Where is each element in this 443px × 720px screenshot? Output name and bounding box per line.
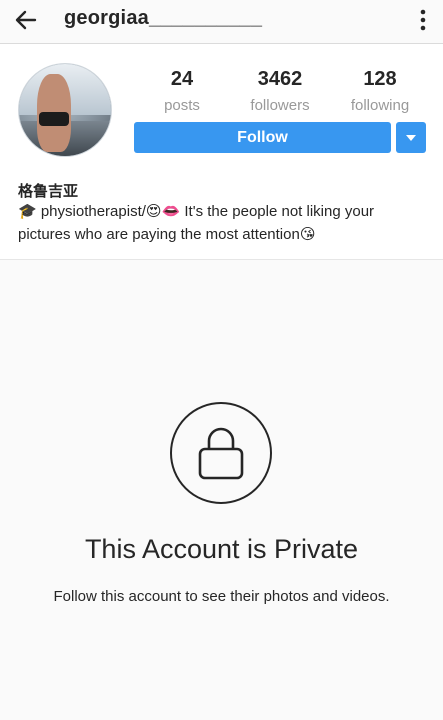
private-title: This Account is Private [84,534,359,564]
profile-bio: 🎓 physiotherapist/😍👄 It's the people not… [18,203,375,243]
vertical-dots-icon [420,9,426,31]
arrow-left-icon [15,10,37,30]
suggestions-dropdown-button[interactable] [396,122,426,153]
username-title: georgiaa__________ [64,7,263,29]
private-subtitle: Follow this account to see their photos … [53,588,390,605]
profile-name: 格鲁吉亚 [18,183,79,200]
stat-following-label: following [350,97,410,114]
back-button[interactable] [10,4,42,36]
stat-posts-count: 24 [170,68,194,90]
follow-button[interactable]: Follow [134,122,391,153]
caret-down-icon [406,134,416,141]
more-options-button[interactable] [411,6,435,34]
avatar[interactable] [18,63,112,157]
stat-following-count: 128 [363,68,397,90]
stat-followers-count: 3462 [257,68,303,90]
stat-followers-label: followers [250,97,310,114]
private-account-notice: This Account is Private Follow this acco… [0,260,443,720]
lock-icon [198,427,244,480]
stat-followers[interactable]: 3462 followers [234,68,326,114]
profile-stats: 24 posts 3462 followers 128 following [134,68,426,118]
top-app-bar: georgiaa__________ [0,0,443,44]
stat-posts: 24 posts [134,68,230,114]
stat-following[interactable]: 128 following [334,68,426,114]
stat-posts-label: posts [164,97,200,114]
lock-circle [170,402,272,504]
profile-header: 24 posts 3462 followers 128 following Fo… [0,44,443,259]
